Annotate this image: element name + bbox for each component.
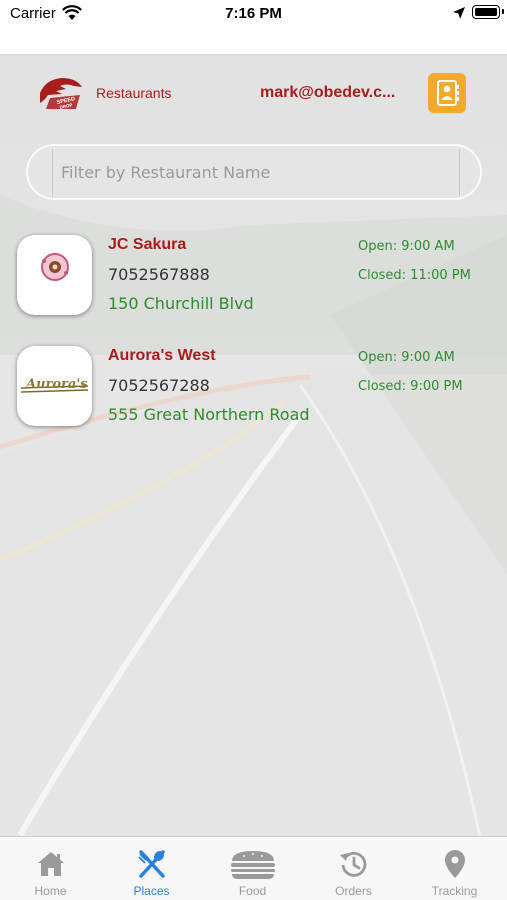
contacts-button[interactable] xyxy=(428,73,466,113)
restaurant-address: 555 Great Northern Road xyxy=(108,405,310,424)
auroras-logo: Aurora's xyxy=(20,377,88,393)
map-pin-icon xyxy=(445,850,465,878)
history-icon xyxy=(340,851,367,877)
tab-label: Food xyxy=(238,884,267,898)
jc-sakura-logo xyxy=(41,253,69,281)
restaurant-name: JC Sakura xyxy=(108,236,187,253)
restaurant-phone[interactable]: 7052567288 xyxy=(108,376,210,395)
restaurant-address: 150 Churchill Blvd xyxy=(108,294,254,313)
main-content: SPEED DROP Restaurants mark@obedev.c... xyxy=(0,54,507,836)
page-title: Restaurants xyxy=(96,85,172,101)
user-email[interactable]: mark@obedev.c... xyxy=(260,84,395,102)
tab-places[interactable]: Places xyxy=(101,837,202,900)
restaurant-list-item[interactable]: Aurora's Aurora's West 7052567288 555 Gr… xyxy=(0,346,507,446)
fork-knife-icon xyxy=(138,850,165,878)
speed-drop-logo: SPEED DROP xyxy=(40,78,82,110)
tab-food[interactable]: Food xyxy=(202,837,303,900)
restaurant-name: Aurora's West xyxy=(108,347,216,364)
restaurant-close-time: Closed: 11:00 PM xyxy=(358,268,471,283)
restaurant-open-time: Open: 9:00 AM xyxy=(358,350,455,365)
tab-bar: Home Places Food Orders Tracking xyxy=(0,836,507,900)
tab-label: Orders xyxy=(335,884,372,898)
status-bar: Carrier 7:16 PM xyxy=(0,0,507,54)
restaurant-filter-input[interactable] xyxy=(52,149,460,196)
tab-orders[interactable]: Orders xyxy=(303,837,404,900)
tab-label: Places xyxy=(133,884,170,898)
tab-tracking[interactable]: Tracking xyxy=(404,837,505,900)
restaurant-logo xyxy=(17,235,92,315)
battery-icon xyxy=(472,5,504,19)
tab-label: Home xyxy=(34,884,67,898)
contact-book-icon xyxy=(437,80,459,106)
restaurant-open-time: Open: 9:00 AM xyxy=(358,239,455,254)
tab-label: Tracking xyxy=(431,884,478,898)
tab-home[interactable]: Home xyxy=(0,837,101,900)
restaurant-close-time: Closed: 9:00 PM xyxy=(358,379,463,394)
restaurant-logo: Aurora's xyxy=(17,346,92,426)
location-arrow-icon xyxy=(453,7,465,19)
clock: 7:16 PM xyxy=(225,5,282,22)
home-icon xyxy=(38,852,64,876)
search-container xyxy=(26,144,482,200)
restaurant-list-item[interactable]: JC Sakura 7052567888 150 Churchill Blvd … xyxy=(0,235,507,335)
svg-text:Aurora's: Aurora's xyxy=(24,377,88,392)
restaurant-phone[interactable]: 7052567888 xyxy=(108,265,210,284)
burger-icon xyxy=(231,851,275,879)
